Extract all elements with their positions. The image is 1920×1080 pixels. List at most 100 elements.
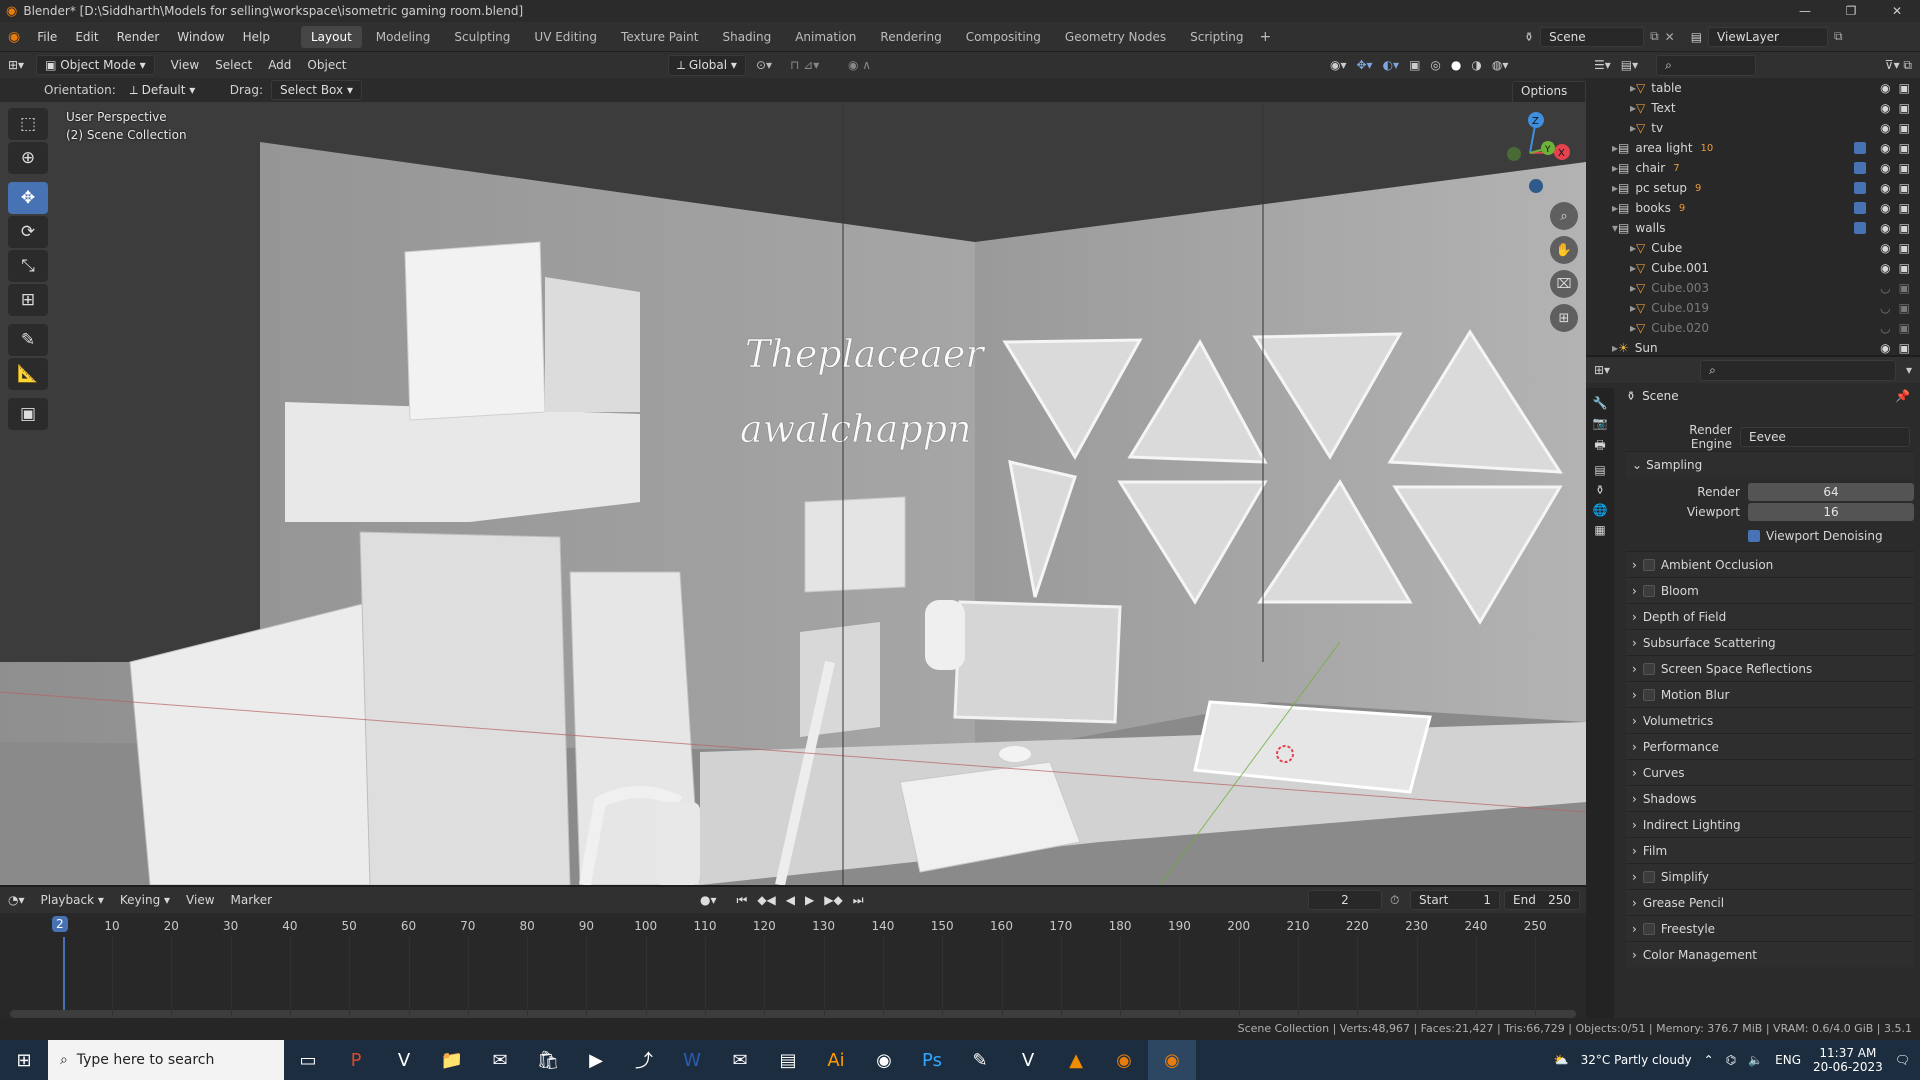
workspace-tab-shading[interactable]: Shading xyxy=(712,26,781,48)
rendered-shading-icon[interactable]: ◍▾ xyxy=(1492,58,1509,72)
proportional-edit-icon[interactable]: ◉ ∧ xyxy=(848,58,871,72)
menu-file[interactable]: File xyxy=(28,30,66,44)
timeline-editor-type-icon[interactable]: ◔▾ xyxy=(0,893,33,907)
workspace-tab-geometry-nodes[interactable]: Geometry Nodes xyxy=(1055,26,1176,48)
visibility-icon[interactable]: ◉▾ xyxy=(1330,58,1347,72)
properties-search[interactable]: ⌕ xyxy=(1700,359,1896,381)
render-camera-icon[interactable]: ▣ xyxy=(1899,261,1910,275)
new-scene-icon[interactable]: ⧉ xyxy=(1650,29,1659,44)
panel-enable-checkbox[interactable] xyxy=(1642,922,1655,935)
render-camera-icon[interactable]: ▣ xyxy=(1899,281,1910,295)
select-box-icon[interactable]: ⬚ xyxy=(8,108,48,140)
workspace-tab-animation[interactable]: Animation xyxy=(785,26,866,48)
panel-grease-pencil[interactable]: › Grease Pencil xyxy=(1626,889,1914,915)
eye-icon[interactable]: ◉ xyxy=(1880,101,1890,115)
taskbar-vectornator-icon[interactable]: V xyxy=(380,1040,428,1080)
snap-icon[interactable]: ⊓ ⊿▾ xyxy=(790,58,819,72)
outliner-item-cube-020[interactable]: ▸ ▽ Cube.020 ◡ ▣ xyxy=(1586,318,1920,338)
xray-toggle-icon[interactable]: ▣ xyxy=(1409,58,1420,72)
transform-orientation-dropdown[interactable]: ⟂ Global ▾ xyxy=(668,54,746,76)
eye-icon[interactable]: ◉ xyxy=(1880,221,1890,235)
zoom-icon[interactable]: ⌕ xyxy=(1550,202,1578,230)
end-frame-field[interactable]: End 250 xyxy=(1504,890,1580,910)
eye-icon[interactable]: ◉ xyxy=(1880,261,1890,275)
outliner-item-walls[interactable]: ▾ ▤ walls ◉ ▣ xyxy=(1586,218,1920,238)
navigation-gizmo[interactable]: Z X Y xyxy=(1490,108,1570,193)
include-checkbox[interactable] xyxy=(1854,162,1867,174)
eye-icon[interactable]: ◉ xyxy=(1880,81,1890,95)
overlay-toggle-icon[interactable]: ◐▾ xyxy=(1383,58,1400,72)
panel-ambient-occlusion[interactable]: › Ambient Occlusion xyxy=(1626,551,1914,577)
panel-volumetrics[interactable]: › Volumetrics xyxy=(1626,707,1914,733)
include-checkbox[interactable] xyxy=(1854,182,1867,194)
eye-icon[interactable]: ◉ xyxy=(1880,341,1890,355)
panel-depth-of-field[interactable]: › Depth of Field xyxy=(1626,603,1914,629)
timeline-scrollbar[interactable] xyxy=(10,1010,1576,1018)
workspace-tab-texture-paint[interactable]: Texture Paint xyxy=(611,26,708,48)
outliner-item-tv[interactable]: ▸ ▽ tv ◉ ▣ xyxy=(1586,118,1920,138)
menu-edit[interactable]: Edit xyxy=(66,30,107,44)
taskbar-vectornator-2-icon[interactable]: V xyxy=(1004,1040,1052,1080)
timeline-area[interactable]: 2 10 20 30 40 50 60 70 80 90 100 110 120 130 140 150 16… xyxy=(0,913,1586,1026)
blender-menu-icon[interactable]: ◉ xyxy=(0,29,28,45)
panel-freestyle[interactable]: › Freestyle xyxy=(1626,915,1914,941)
scale-tool-icon[interactable]: ⤡ xyxy=(8,250,48,282)
volume-icon[interactable]: 🔈 xyxy=(1748,1053,1763,1067)
material-shading-icon[interactable]: ◑ xyxy=(1471,58,1481,72)
taskbar-photoshop-icon[interactable]: Ps xyxy=(908,1040,956,1080)
tool-tab-icon[interactable]: 🔧 xyxy=(1593,396,1608,410)
render-camera-icon[interactable]: ▣ xyxy=(1899,221,1910,235)
3d-viewport[interactable]: Theplaceaer awalchappn User Perspective … xyxy=(0,102,1586,885)
render-camera-icon[interactable]: ▣ xyxy=(1899,321,1910,335)
taskbar-task-view-icon[interactable]: ▭ xyxy=(284,1040,332,1080)
taskbar-file-explorer-icon[interactable]: 📁 xyxy=(428,1040,476,1080)
close-button[interactable]: ✕ xyxy=(1874,0,1920,22)
select-menu[interactable]: Select xyxy=(207,58,260,72)
minimize-button[interactable]: — xyxy=(1782,0,1828,22)
taskbar-search[interactable]: ⌕ Type here to search xyxy=(48,1040,284,1080)
panel-motion-blur[interactable]: › Motion Blur xyxy=(1626,681,1914,707)
language-indicator[interactable]: ENG xyxy=(1775,1053,1801,1067)
eye-icon[interactable]: ◉ xyxy=(1880,121,1890,135)
measure-tool-icon[interactable]: 📐 xyxy=(8,358,48,390)
outliner-item-cube-001[interactable]: ▸ ▽ Cube.001 ◉ ▣ xyxy=(1586,258,1920,278)
maximize-button[interactable]: ❐ xyxy=(1828,0,1874,22)
taskbar-word-icon[interactable]: W xyxy=(668,1040,716,1080)
outliner-search[interactable]: ⌕ xyxy=(1656,54,1757,76)
panel-shadows[interactable]: › Shadows xyxy=(1626,785,1914,811)
outliner-item-text[interactable]: ▸ ▽ Text ◉ ▣ xyxy=(1586,98,1920,118)
panel-enable-checkbox[interactable] xyxy=(1642,558,1655,571)
transform-tool-icon[interactable]: ⊞ xyxy=(8,284,48,316)
render-tab-icon[interactable]: 📷 xyxy=(1593,416,1608,430)
wireframe-shading-icon[interactable]: ◎ xyxy=(1430,58,1440,72)
eye-icon[interactable]: ◉ xyxy=(1880,141,1890,155)
taskbar-blender-active-icon[interactable]: ◉ xyxy=(1148,1040,1196,1080)
taskbar-archive-icon[interactable]: ▤ xyxy=(764,1040,812,1080)
solid-shading-icon[interactable]: ● xyxy=(1451,58,1461,72)
taskbar-vlc-icon[interactable]: ▲ xyxy=(1052,1040,1100,1080)
add-menu[interactable]: Add xyxy=(260,58,299,72)
workspace-tab-sculpting[interactable]: Sculpting xyxy=(444,26,520,48)
add-cube-tool-icon[interactable]: ▣ xyxy=(8,398,48,430)
move-tool-icon[interactable]: ✥ xyxy=(8,182,48,214)
view-layer-icon[interactable]: ▤ xyxy=(1691,30,1702,44)
editor-type-icon[interactable]: ⊞▾ xyxy=(0,58,32,72)
keying-menu[interactable]: Keying ▾ xyxy=(112,893,178,907)
cursor-tool-icon[interactable]: ⊕ xyxy=(8,142,48,174)
windows-start-icon[interactable]: ⊞ xyxy=(0,1040,48,1080)
delete-scene-icon[interactable]: ✕ xyxy=(1665,30,1675,44)
properties-editor-icon[interactable]: ⊞▾ xyxy=(1594,363,1610,377)
eye-icon[interactable]: ◉ xyxy=(1880,181,1890,195)
menu-help[interactable]: Help xyxy=(234,30,279,44)
panel-screen-space-reflections[interactable]: › Screen Space Reflections xyxy=(1626,655,1914,681)
panel-color-management[interactable]: › Color Management xyxy=(1626,941,1914,967)
texture-tab-icon[interactable]: ▦ xyxy=(1594,523,1605,537)
render-camera-icon[interactable]: ▣ xyxy=(1899,181,1910,195)
render-camera-icon[interactable]: ▣ xyxy=(1899,341,1910,355)
outliner-item-books[interactable]: ▸ ▤ books 9 ◉ ▣ xyxy=(1586,198,1920,218)
render-camera-icon[interactable]: ▣ xyxy=(1899,81,1910,95)
jump-start-icon[interactable]: ⏮ xyxy=(737,893,748,908)
play-icon[interactable]: ▶ xyxy=(805,893,814,908)
render-camera-icon[interactable]: ▣ xyxy=(1899,141,1910,155)
eye-icon[interactable]: ◡ xyxy=(1880,321,1890,335)
